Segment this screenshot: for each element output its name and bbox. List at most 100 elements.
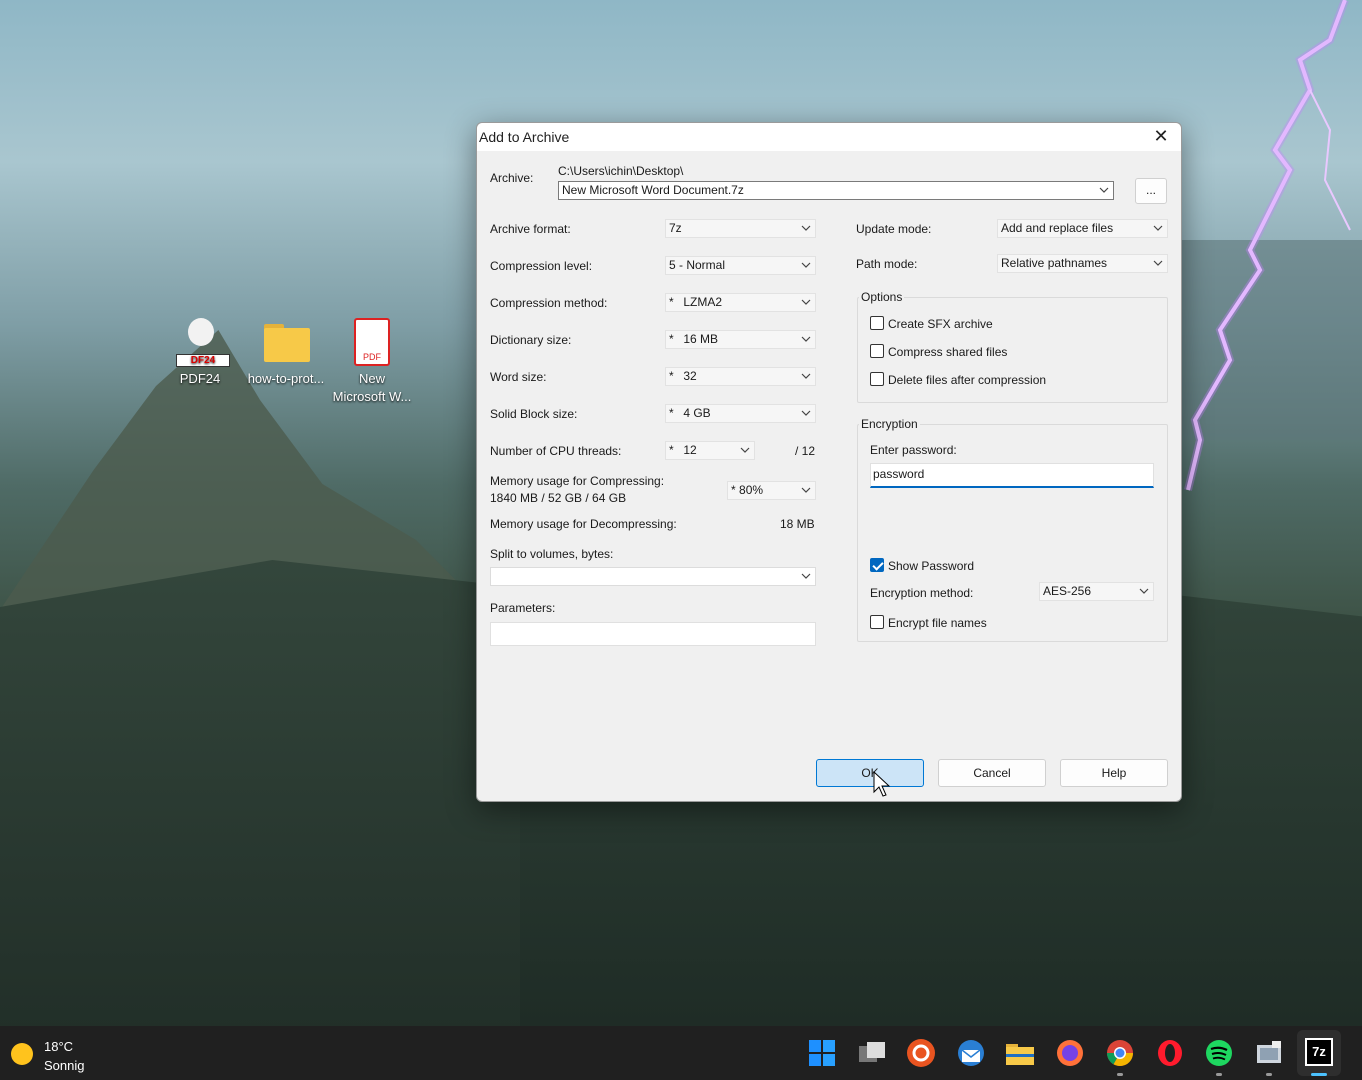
memory-compress-select[interactable]: * 80%: [727, 481, 816, 500]
archive-format-label: Archive format:: [490, 222, 571, 236]
chrome-icon[interactable]: [1103, 1036, 1137, 1070]
archive-format-select[interactable]: 7z: [665, 219, 816, 238]
running-indicator: [1266, 1073, 1272, 1076]
desktop-icon-pdf24[interactable]: DF24 PDF24: [158, 318, 242, 388]
spotify-icon[interactable]: [1202, 1036, 1236, 1070]
7zip-icon: 7z: [1305, 1038, 1333, 1066]
dictionary-size-value: 16 MB: [683, 332, 719, 346]
chevron-down-icon: [801, 573, 811, 579]
split-volumes-combo[interactable]: [490, 567, 816, 586]
delete-after-checkbox[interactable]: [870, 372, 884, 386]
chevron-down-icon: [801, 410, 811, 416]
update-mode-select[interactable]: Add and replace files: [997, 219, 1168, 238]
memory-decompress-value: 18 MB: [780, 517, 815, 531]
archive-label: Archive:: [490, 171, 534, 185]
memory-decompress-label: Memory usage for Decompressing:: [490, 517, 677, 531]
close-icon[interactable]: ✕: [1151, 126, 1171, 147]
archive-format-value: 7z: [669, 221, 682, 235]
encryption-method-select[interactable]: AES-256: [1039, 582, 1154, 601]
password-input[interactable]: password: [870, 463, 1154, 488]
archive-path: C:\Users\ichin\Desktop\: [558, 164, 684, 178]
show-password-checkbox[interactable]: [870, 558, 884, 572]
default-marker: *: [669, 406, 674, 420]
help-button[interactable]: Help: [1060, 759, 1168, 787]
active-indicator: [1311, 1073, 1327, 1076]
dictionary-size-label: Dictionary size:: [490, 333, 572, 347]
split-volumes-label: Split to volumes, bytes:: [490, 547, 614, 561]
word-size-select[interactable]: * 32: [665, 367, 816, 386]
encrypt-names-label: Encrypt file names: [888, 616, 987, 630]
path-mode-value: Relative pathnames: [1001, 256, 1108, 270]
chevron-down-icon: [801, 336, 811, 342]
pdf-badge: PDF: [363, 352, 381, 362]
archive-filename: New Microsoft Word Document.7z: [562, 183, 744, 197]
firefox-icon[interactable]: [1053, 1036, 1087, 1070]
chevron-down-icon: [801, 225, 811, 231]
chevron-down-icon: [1099, 187, 1109, 193]
opera-icon[interactable]: [1153, 1036, 1187, 1070]
compress-shared-checkbox[interactable]: [870, 344, 884, 358]
compression-level-select[interactable]: 5 - Normal: [665, 256, 816, 275]
cancel-button[interactable]: Cancel: [938, 759, 1046, 787]
archive-filename-combo[interactable]: New Microsoft Word Document.7z: [558, 181, 1114, 200]
default-marker: *: [669, 369, 674, 383]
lightning-bolt: [1184, 0, 1351, 491]
desktop-icon-label-line1: New: [358, 371, 385, 386]
chevron-down-icon: [1139, 588, 1149, 594]
create-sfx-label: Create SFX archive: [888, 317, 993, 331]
mouse-cursor-icon: [873, 771, 891, 797]
task-view-icon[interactable]: [855, 1036, 889, 1070]
word-size-value: 32: [683, 369, 697, 383]
default-marker: *: [669, 443, 674, 457]
folder-icon: [262, 318, 310, 366]
title-bar: Add to Archive ✕: [477, 123, 1181, 151]
7zip-taskbar-button[interactable]: 7z: [1297, 1030, 1341, 1076]
compression-method-select[interactable]: * LZMA2: [665, 293, 816, 312]
ubuntu-icon[interactable]: [904, 1036, 938, 1070]
path-mode-select[interactable]: Relative pathnames: [997, 254, 1168, 273]
compression-level-label: Compression level:: [490, 259, 593, 273]
chevron-down-icon: [740, 447, 750, 453]
sun-icon: [11, 1043, 33, 1065]
solid-block-value: 4 GB: [683, 406, 711, 420]
pdf24-badge: DF24: [176, 354, 230, 367]
chevron-down-icon: [801, 299, 811, 305]
parameters-input[interactable]: [490, 622, 816, 646]
cpu-threads-max: / 12: [795, 444, 816, 458]
desktop-icon-label-line2: Microsoft W...: [332, 389, 412, 404]
weather-temp: 18°C: [44, 1039, 74, 1054]
show-password-label: Show Password: [888, 559, 975, 573]
app-window-icon[interactable]: [1252, 1036, 1286, 1070]
default-marker: *: [669, 295, 674, 309]
desktop-icon-folder[interactable]: how-to-prot...: [244, 318, 328, 388]
desktop-icon-label: how-to-prot...: [247, 371, 325, 386]
file-explorer-icon[interactable]: [1003, 1036, 1037, 1070]
pdf-file-icon: PDF: [348, 318, 396, 366]
compress-shared-label: Compress shared files: [888, 345, 1008, 359]
dictionary-size-select[interactable]: * 16 MB: [665, 330, 816, 349]
compression-method-value: LZMA2: [683, 295, 723, 309]
cpu-threads-select[interactable]: * 12: [665, 441, 755, 460]
parameters-label: Parameters:: [490, 601, 556, 615]
password-label: Enter password:: [870, 443, 957, 457]
solid-block-select[interactable]: * 4 GB: [665, 404, 816, 423]
update-mode-label: Update mode:: [856, 222, 932, 236]
default-marker: *: [669, 332, 674, 346]
desktop-icon-label: PDF24: [179, 371, 221, 386]
desktop-icon-word-doc[interactable]: PDF New Microsoft W...: [330, 318, 414, 406]
encryption-title: Encryption: [859, 417, 920, 431]
compression-method-label: Compression method:: [490, 296, 608, 310]
start-icon[interactable]: [805, 1036, 839, 1070]
ok-button[interactable]: OK: [816, 759, 924, 787]
encrypt-names-checkbox[interactable]: [870, 615, 884, 629]
mail-app-icon[interactable]: [954, 1036, 988, 1070]
solid-block-label: Solid Block size:: [490, 407, 578, 421]
cpu-threads-label: Number of CPU threads:: [490, 444, 622, 458]
create-sfx-checkbox[interactable]: [870, 316, 884, 330]
pdf24-icon: DF24: [176, 318, 230, 367]
chevron-down-icon: [801, 373, 811, 379]
dialog-title: Add to Archive: [479, 129, 570, 145]
path-mode-label: Path mode:: [856, 257, 918, 271]
options-title: Options: [859, 290, 905, 304]
browse-button[interactable]: ...: [1135, 178, 1167, 204]
